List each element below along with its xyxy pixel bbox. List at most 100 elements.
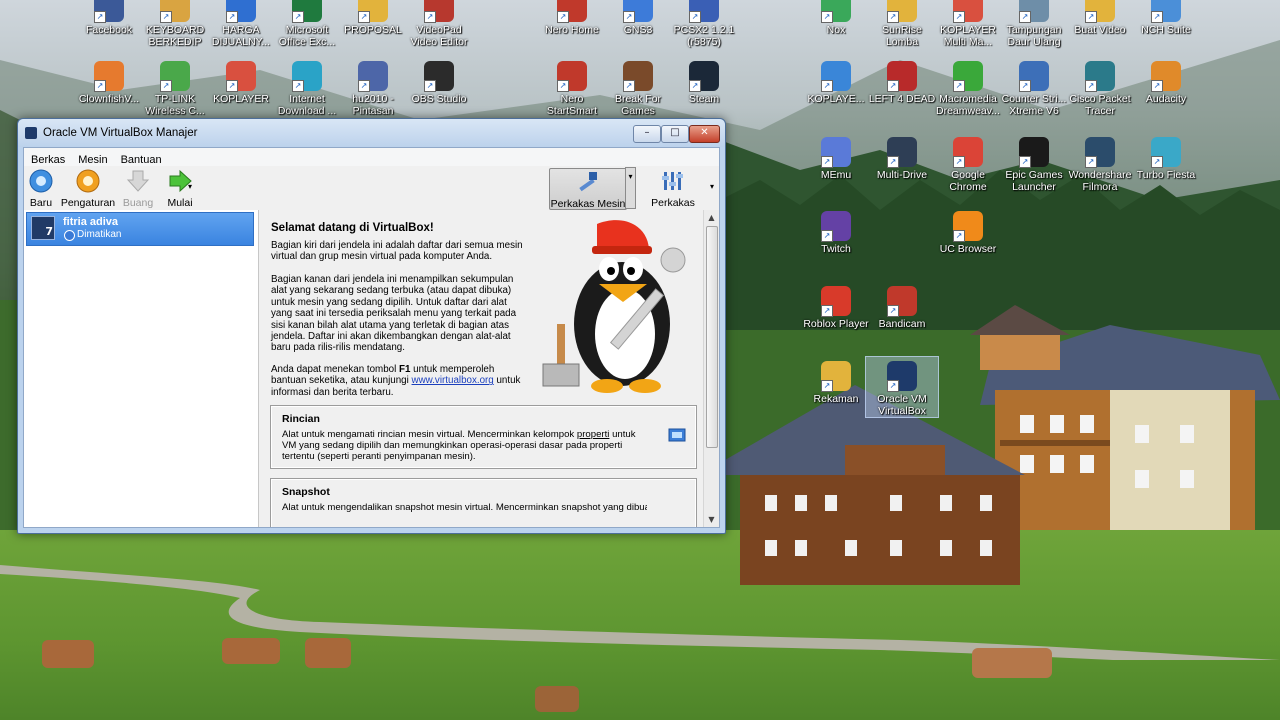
desktop-shortcut[interactable]: ↗ Microsoft Office Exc... — [271, 0, 343, 48]
desktop-shortcut[interactable]: ↗ LEFT 4 DEAD — [866, 57, 938, 105]
scroll-up-arrow-icon[interactable]: ▲ — [707, 213, 716, 222]
machine-tools-dropdown-arrow-icon[interactable]: ▾ — [625, 167, 636, 209]
shortcut-arrow-icon: ↗ — [821, 80, 833, 92]
desktop-shortcut[interactable]: ↗ Turbo Fiesta — [1130, 133, 1202, 181]
shortcut-icon: ↗ — [424, 0, 454, 23]
start-button[interactable]: Mulai — [160, 168, 200, 209]
desktop-shortcut[interactable]: ↗ SunRise Lomba — [866, 0, 938, 48]
global-tools-icon — [662, 172, 683, 190]
desktop-shortcut[interactable]: ↗ Audacity — [1130, 57, 1202, 105]
shortcut-arrow-icon: ↗ — [689, 11, 701, 23]
desktop-shortcut[interactable]: ↗ Buat Video — [1064, 0, 1136, 36]
maximize-button[interactable]: □ — [661, 125, 689, 143]
shortcut-arrow-icon: ↗ — [887, 156, 899, 168]
shortcut-arrow-icon: ↗ — [623, 11, 635, 23]
desktop-shortcut[interactable]: ↗ TP-LINK Wireless C... — [139, 57, 211, 117]
close-button[interactable]: ✕ — [689, 125, 720, 143]
desktop-shortcut[interactable]: ↗ Bandicam — [866, 282, 938, 330]
minimize-button[interactable]: – — [633, 125, 661, 143]
desktop-shortcut[interactable]: ↗ Tampungan Daur Ulang — [998, 0, 1070, 48]
desktop-shortcut[interactable]: ↗ Cisco Packet Tracer — [1064, 57, 1136, 117]
desktop-shortcut[interactable]: ↗ PCSX2 1.2.1 (r5875) — [668, 0, 740, 48]
desktop-shortcut[interactable]: ↗ Epic Games Launcher — [998, 133, 1070, 193]
desktop-shortcut[interactable]: ↗ Nero StartSmart — [536, 57, 608, 117]
welcome-pane-scrollbar[interactable]: ▲ ▼ — [703, 210, 719, 527]
desktop-shortcut[interactable]: ↗ Macromedia Dreamweav... — [932, 57, 1004, 117]
snapshot-tool-box[interactable]: Snapshot Alat untuk mengendalikan snapsh… — [270, 478, 697, 527]
shortcut-arrow-icon: ↗ — [1019, 11, 1031, 23]
desktop-shortcut[interactable]: ↗ Facebook — [73, 0, 145, 36]
welcome-title: Selamat datang di VirtualBox! — [271, 222, 434, 234]
vm-list-item[interactable]: 7 fitria adiva Dimatikan — [26, 212, 254, 246]
desktop-shortcut[interactable]: ↗ Break For Games — [602, 57, 674, 117]
shortcut-arrow-icon: ↗ — [1151, 80, 1163, 92]
desktop-shortcut[interactable]: ↗ Twitch — [800, 207, 872, 255]
desktop-shortcut[interactable]: ↗ VideoPad Video Editor — [403, 0, 475, 48]
shortcut-arrow-icon: ↗ — [953, 230, 965, 242]
desktop-shortcut[interactable]: ↗ KOPLAYER Multi Ma... — [932, 0, 1004, 48]
desktop-shortcut[interactable]: ↗ Steam — [668, 57, 740, 105]
shortcut-label: Bandicam — [878, 318, 926, 330]
shortcut-arrow-icon: ↗ — [887, 380, 899, 392]
shortcut-label: Nox — [826, 24, 846, 36]
shortcut-arrow-icon: ↗ — [358, 11, 370, 23]
virtualbox-website-link[interactable]: www.virtualbox.org — [412, 375, 494, 386]
desktop-shortcut[interactable]: ↗ KEYBOARD BERKEDIP — [139, 0, 211, 48]
machine-tools-button[interactable]: Perkakas Mesin — [549, 168, 627, 210]
menu-berkas[interactable]: Berkas — [24, 151, 71, 166]
desktop-shortcut[interactable]: ↗ HARGA DIJUALNY... — [205, 0, 277, 48]
desktop-shortcut[interactable]: ↗ GNS3 — [602, 0, 674, 36]
desktop-shortcut[interactable]: ↗ KOPLAYE... — [800, 57, 872, 105]
scroll-down-arrow-icon[interactable]: ▼ — [707, 515, 716, 524]
desktop-shortcut[interactable]: ↗ Nox — [800, 0, 872, 36]
desktop-shortcut[interactable]: ↗ Counter Stri... Xtreme V6 — [998, 57, 1070, 117]
shortcut-icon: ↗ — [821, 61, 851, 92]
shortcut-icon: ↗ — [160, 0, 190, 23]
settings-button[interactable]: Pengaturan — [60, 168, 116, 209]
start-dropdown-arrow-icon[interactable]: ▾ — [188, 182, 192, 191]
shortcut-label: PROPOSAL — [344, 24, 402, 36]
desktop-shortcut[interactable]: ↗ Multi-Drive — [866, 133, 938, 181]
desktop-shortcut[interactable]: ↗ NCH Suite — [1130, 0, 1202, 36]
shortcut-label: KOPLAYE... — [807, 93, 865, 105]
desktop-shortcut[interactable]: ↗ OBS Studio — [403, 57, 475, 105]
desktop-shortcut[interactable]: ↗ hu2010 - Pintasan — [337, 57, 409, 117]
details-tool-title: Rincian — [282, 413, 320, 425]
shortcut-icon: ↗ — [424, 61, 454, 92]
desktop-shortcut[interactable]: ↗ UC Browser — [932, 207, 1004, 255]
scrollbar-thumb[interactable] — [706, 226, 718, 448]
new-vm-button[interactable]: Baru — [26, 168, 56, 209]
shortcut-icon: ↗ — [887, 361, 917, 392]
shortcut-label: KEYBOARD BERKEDIP — [145, 24, 205, 48]
shortcut-icon: ↗ — [953, 211, 983, 242]
menu-bantuan[interactable]: Bantuan — [114, 151, 168, 166]
title-bar[interactable]: Oracle VM VirtualBox Manajer – □ ✕ — [18, 119, 725, 147]
chalet-house-small — [970, 305, 1070, 370]
monitor-icon — [668, 428, 686, 442]
shortcut-icon: ↗ — [821, 0, 851, 23]
menu-mesin[interactable]: Mesin — [71, 151, 113, 166]
desktop-shortcut[interactable]: ↗ Roblox Player — [800, 282, 872, 330]
desktop-shortcut[interactable]: ↗ Google Chrome — [932, 133, 1004, 193]
discard-button[interactable]: Buang — [120, 168, 156, 209]
desktop-shortcut[interactable]: ↗ KOPLAYER — [205, 57, 277, 105]
properties-link[interactable]: properti — [577, 429, 610, 440]
desktop-shortcut[interactable]: ↗ Internet Download ... — [271, 57, 343, 117]
shortcut-arrow-icon: ↗ — [887, 11, 899, 23]
details-tool-box[interactable]: Rincian Alat untuk mengamati rincian mes… — [270, 405, 697, 469]
desktop-shortcut[interactable]: ↗ ClownfishV... — [73, 57, 145, 105]
shortcut-arrow-icon: ↗ — [887, 305, 899, 317]
shortcut-icon: ↗ — [557, 0, 587, 23]
cow — [42, 640, 94, 668]
desktop-shortcut[interactable]: ↗ Wondershare Filmora — [1064, 133, 1136, 193]
desktop-shortcut[interactable]: ↗ Rekaman — [800, 357, 872, 405]
shortcut-arrow-icon: ↗ — [821, 156, 833, 168]
desktop-shortcut[interactable]: ↗ Nero Home — [536, 0, 608, 36]
shortcut-icon: ↗ — [358, 0, 388, 23]
shortcut-label: GNS3 — [623, 24, 653, 36]
global-tools-dropdown-arrow-icon[interactable]: ▾ — [710, 182, 714, 191]
desktop-shortcut[interactable]: ↗ PROPOSAL — [337, 0, 409, 36]
desktop-shortcut[interactable]: ↗ MEmu — [800, 133, 872, 181]
desktop-shortcut[interactable]: ↗ Oracle VM VirtualBox — [865, 356, 939, 418]
shortcut-arrow-icon: ↗ — [623, 80, 635, 92]
